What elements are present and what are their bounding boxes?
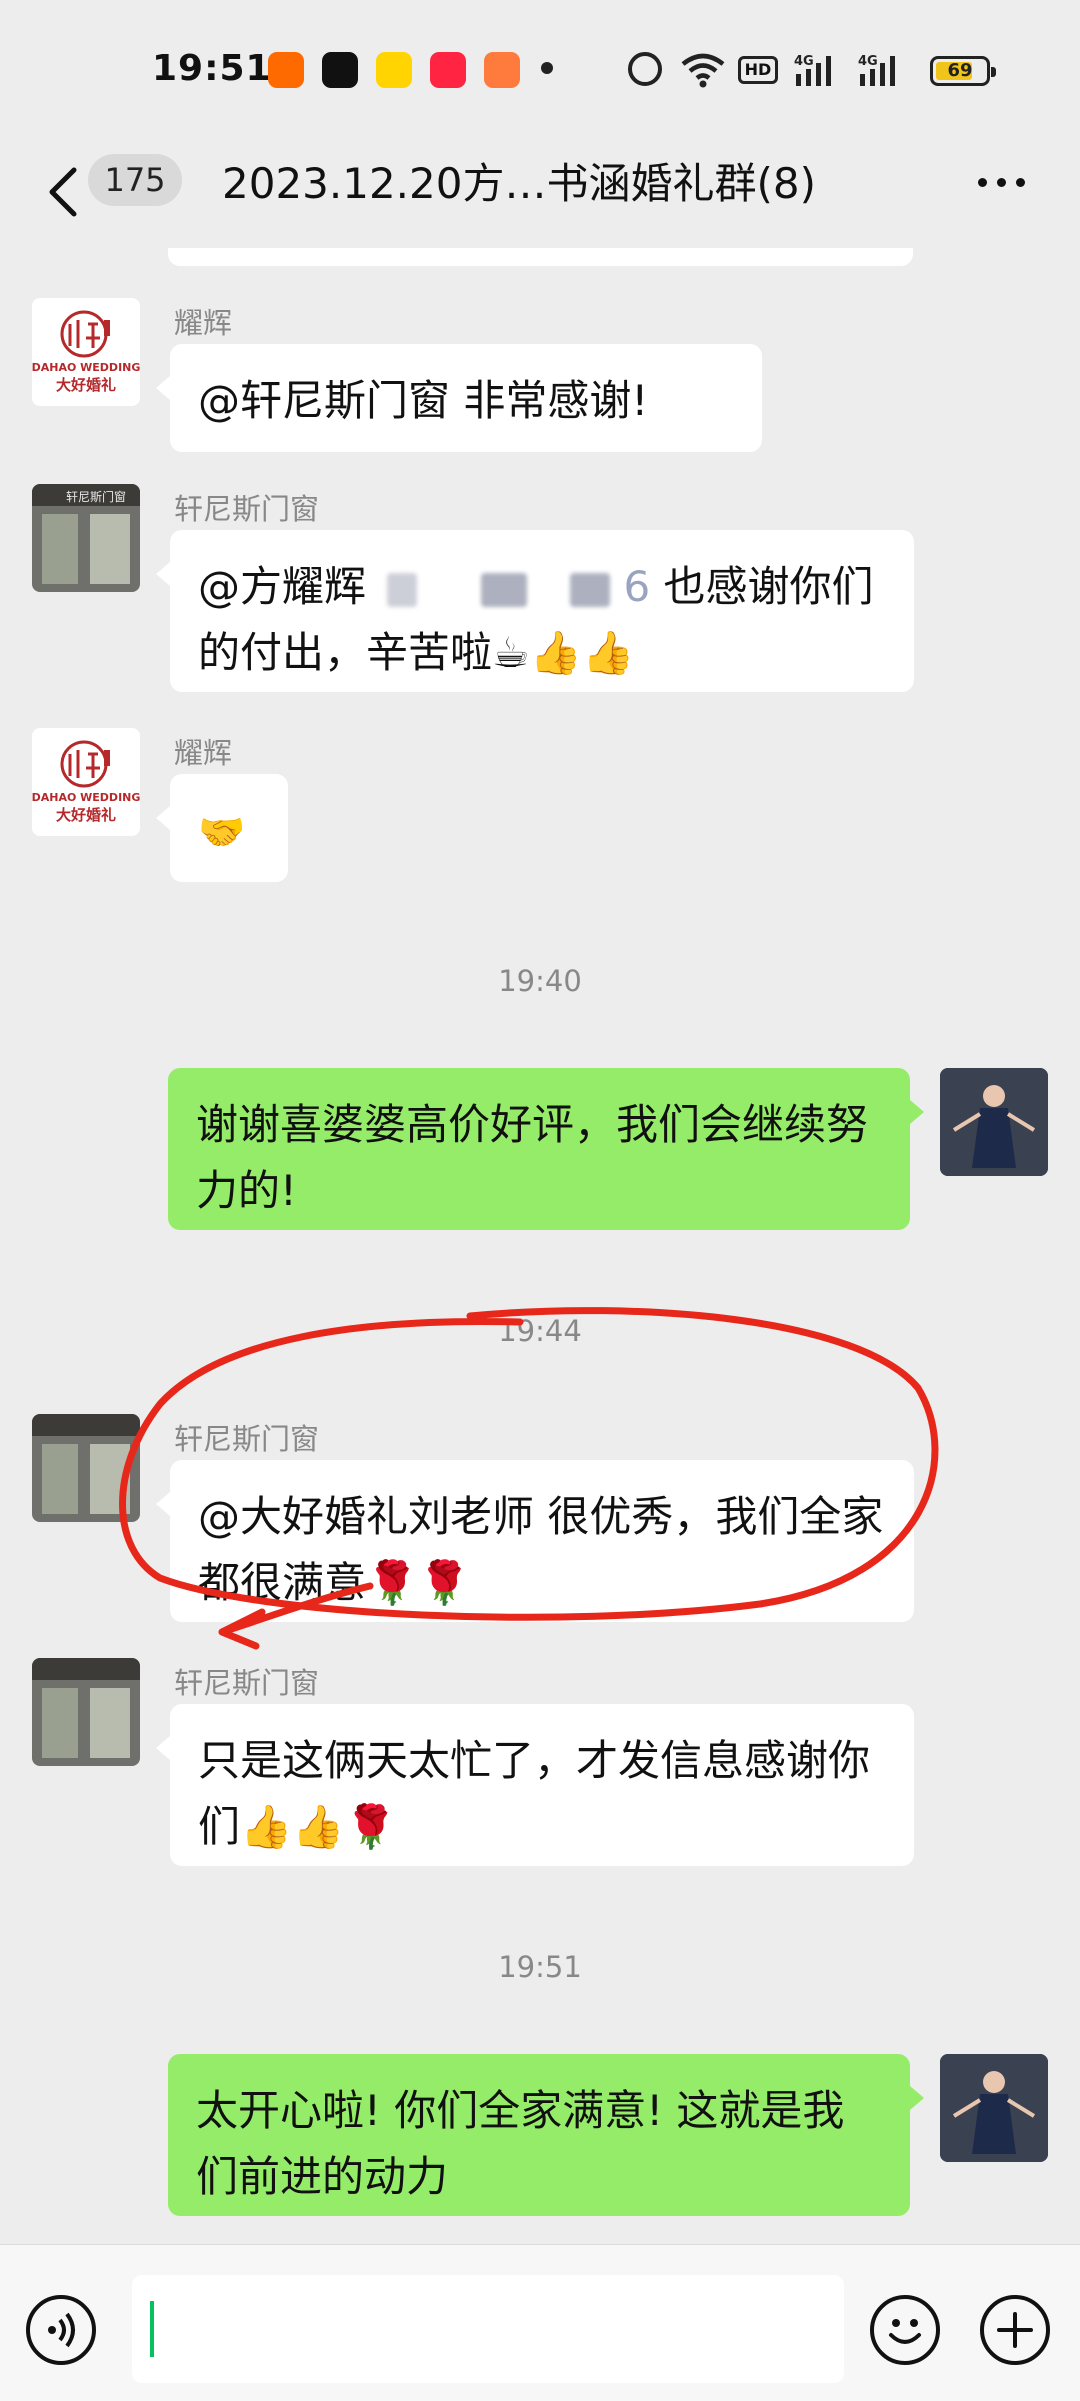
avatar[interactable]	[940, 1068, 1048, 1176]
wifi-icon	[681, 53, 725, 88]
handshake-emoji: 🤝	[198, 810, 246, 854]
timestamp: 19:51	[498, 1950, 582, 1984]
svg-text:大好婚礼: 大好婚礼	[56, 376, 116, 394]
unread-count-badge[interactable]: 175	[88, 154, 182, 206]
battery-level: 69	[947, 60, 973, 81]
input-bar	[0, 2244, 1080, 2401]
text-caret	[150, 2301, 154, 2357]
xiaohongshu-icon	[430, 52, 466, 88]
taobao-icon	[268, 52, 304, 88]
sender-name: 耀辉	[174, 736, 233, 770]
status-time: 19:51	[152, 48, 272, 89]
sender-name: 轩尼斯门窗	[174, 492, 320, 526]
message-text: @轩尼斯门窗 非常感谢!	[198, 376, 649, 425]
chat-title: 2023.12.20方…书涵婚礼群(8)	[222, 159, 816, 208]
alarm-icon	[628, 52, 662, 86]
message-bubble[interactable]: 太开心啦! 你们全家满意! 这就是我们前进的动力	[168, 2054, 924, 2216]
battery-icon: 69	[930, 56, 996, 86]
timestamp: 19:44	[498, 1314, 582, 1348]
avatar[interactable]: DAHAO WEDDING 大好婚礼	[32, 298, 140, 406]
bride-photo	[940, 1068, 1048, 1176]
message-text: @方耀辉	[198, 562, 367, 611]
avatar[interactable]: 轩尼斯门窗	[32, 484, 140, 592]
redacted-text	[387, 572, 418, 607]
avatar[interactable]	[32, 1414, 140, 1522]
svg-text:4G: 4G	[794, 54, 814, 69]
xianyu-icon	[376, 52, 412, 88]
message-list[interactable]: DAHAO WEDDING 大好婚礼 耀辉 @轩尼斯门窗 非常感谢! 轩尼斯门窗…	[0, 248, 1080, 2238]
message-input[interactable]	[132, 2275, 844, 2383]
status-bar: 19:51 HD 4G 4G 69	[0, 0, 1080, 140]
message-text: 太开心啦! 你们全家满意! 这就是我们前进的动力	[196, 2086, 845, 2201]
message-text: @大好婚礼刘老师 很优秀，我们全家都很满意🌹🌹	[198, 1492, 884, 1607]
svg-text:大好婚礼: 大好婚礼	[56, 806, 116, 824]
plus-icon[interactable]	[980, 2295, 1050, 2365]
more-notifications-dot	[541, 62, 553, 74]
reader-icon	[484, 52, 520, 88]
message-bubble[interactable]: @方耀辉 6 也感谢你们的付出，辛苦啦☕👍👍	[156, 530, 914, 692]
svg-text:DAHAO WEDDING: DAHAO WEDDING	[32, 361, 140, 374]
sender-name: 耀辉	[174, 306, 233, 340]
voice-input-icon[interactable]	[26, 2295, 96, 2365]
sender-name: 轩尼斯门窗	[174, 1422, 320, 1456]
emoji-icon[interactable]	[870, 2295, 940, 2365]
previous-message-bubble	[168, 248, 913, 266]
message-bubble[interactable]: 🤝	[156, 774, 288, 882]
avatar[interactable]: DAHAO WEDDING 大好婚礼	[32, 728, 140, 836]
sender-name: 轩尼斯门窗	[174, 1666, 320, 1700]
message-bubble[interactable]: @轩尼斯门窗 非常感谢!	[156, 344, 762, 452]
message-bubble[interactable]: @大好婚礼刘老师 很优秀，我们全家都很满意🌹🌹	[156, 1460, 914, 1622]
redacted-text	[480, 572, 527, 607]
dahao-wedding-logo: DAHAO WEDDING 大好婚礼	[32, 310, 140, 394]
back-arrow-icon[interactable]	[36, 162, 96, 222]
message-text: 只是这俩天太忙了，才发信息感谢你们👍👍🌹	[198, 1736, 871, 1851]
avatar[interactable]	[32, 1658, 140, 1766]
message-bubble[interactable]: 谢谢喜婆婆高价好评，我们会继续努力的!	[168, 1068, 924, 1230]
hd-voice-icon: HD	[738, 56, 778, 84]
avatar[interactable]	[940, 2054, 1048, 2162]
svg-text:4G: 4G	[858, 54, 878, 69]
timestamp: 19:40	[498, 964, 582, 998]
signal-4g-icon: 4G	[794, 54, 831, 86]
redacted-text-tail: 6	[623, 562, 651, 611]
svg-text:DAHAO WEDDING: DAHAO WEDDING	[32, 791, 140, 804]
dahao-wedding-logo: DAHAO WEDDING 大好婚礼	[32, 740, 140, 824]
redacted-text	[570, 572, 611, 607]
message-bubble[interactable]: 只是这俩天太忙了，才发信息感谢你们👍👍🌹	[156, 1704, 914, 1866]
signal-4g-icon-2: 4G	[858, 54, 895, 86]
message-text: 谢谢喜婆婆高价好评，我们会继续努力的!	[196, 1100, 869, 1215]
more-options-icon[interactable]	[972, 158, 1032, 206]
tiktok-icon	[322, 52, 358, 88]
bride-photo	[940, 2054, 1048, 2162]
